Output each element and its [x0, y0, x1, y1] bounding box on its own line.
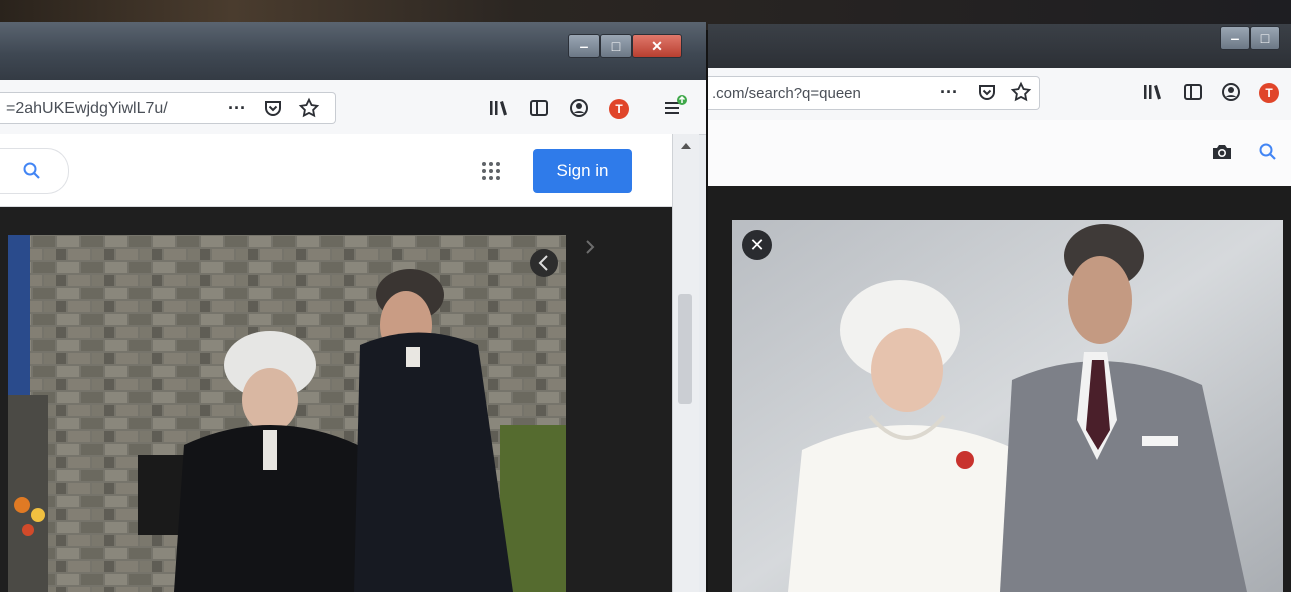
window-controls: ‒ □ ✕: [568, 34, 682, 58]
sidebar-icon[interactable]: [526, 94, 552, 122]
search-box[interactable]: [0, 148, 69, 194]
left-scrollbar[interactable]: [672, 134, 699, 592]
more-icon[interactable]: ···: [224, 94, 250, 122]
right-browser-window: ‒ □ .com/search?q=queen ··· T ✕: [708, 24, 1291, 592]
right-search-icon[interactable]: [1254, 138, 1282, 166]
right-sidebar-icon[interactable]: [1180, 78, 1206, 106]
right-title-bar[interactable]: ‒ □: [708, 24, 1291, 68]
search-icon[interactable]: [20, 159, 44, 183]
sign-in-button[interactable]: Sign in: [533, 149, 632, 193]
account-icon[interactable]: [566, 94, 592, 122]
right-pocket-icon[interactable]: [974, 78, 1000, 106]
pocket-icon[interactable]: [260, 94, 286, 122]
left-page-content: Sign in: [0, 134, 672, 592]
menu-icon[interactable]: [660, 92, 690, 122]
maximize-button[interactable]: □: [600, 34, 632, 58]
left-url-text: =2ahUKEwjdgYiwlL7u/: [6, 100, 168, 117]
right-library-icon[interactable]: [1140, 78, 1166, 106]
right-url-text: .com/search?q=queen: [712, 85, 861, 102]
right-account-icon[interactable]: [1218, 78, 1244, 106]
close-button[interactable]: ✕: [632, 34, 682, 58]
next-image-icon[interactable]: [578, 235, 602, 259]
left-nav-bar: =2ahUKEwjdgYiwlL7u/ ··· T: [0, 80, 706, 135]
right-window-controls: ‒ □: [1220, 26, 1280, 50]
right-star-icon[interactable]: [1008, 78, 1034, 106]
right-nav-bar: .com/search?q=queen ··· T: [708, 68, 1291, 121]
minimize-button[interactable]: ‒: [568, 34, 600, 58]
left-title-bar[interactable]: ‒ □ ✕: [0, 22, 706, 80]
t-extension-icon[interactable]: T: [608, 98, 630, 120]
library-icon[interactable]: [486, 94, 512, 122]
preview-photo-left[interactable]: [8, 235, 566, 592]
scrollbar-thumb[interactable]: [678, 294, 692, 404]
right-minimize-button[interactable]: ‒: [1220, 26, 1250, 50]
image-preview-panel: [0, 207, 672, 592]
right-image-preview-panel: ✕: [708, 186, 1291, 592]
right-more-icon[interactable]: ···: [936, 78, 962, 106]
preview-photo-right[interactable]: ✕: [732, 220, 1283, 592]
right-t-extension-icon[interactable]: T: [1258, 82, 1280, 104]
apps-grid-icon[interactable]: [478, 158, 504, 184]
right-maximize-button[interactable]: □: [1250, 26, 1280, 50]
star-icon[interactable]: [296, 94, 322, 122]
google-header: Sign in: [0, 134, 672, 207]
right-search-toolbar: [708, 120, 1291, 187]
scroll-up-icon[interactable]: [679, 140, 693, 152]
left-browser-window: ‒ □ ✕ =2ahUKEwjdgYiwlL7u/ ··· T Sign in: [0, 22, 706, 592]
close-preview-button[interactable]: ✕: [742, 230, 772, 260]
camera-icon[interactable]: [1208, 138, 1236, 166]
